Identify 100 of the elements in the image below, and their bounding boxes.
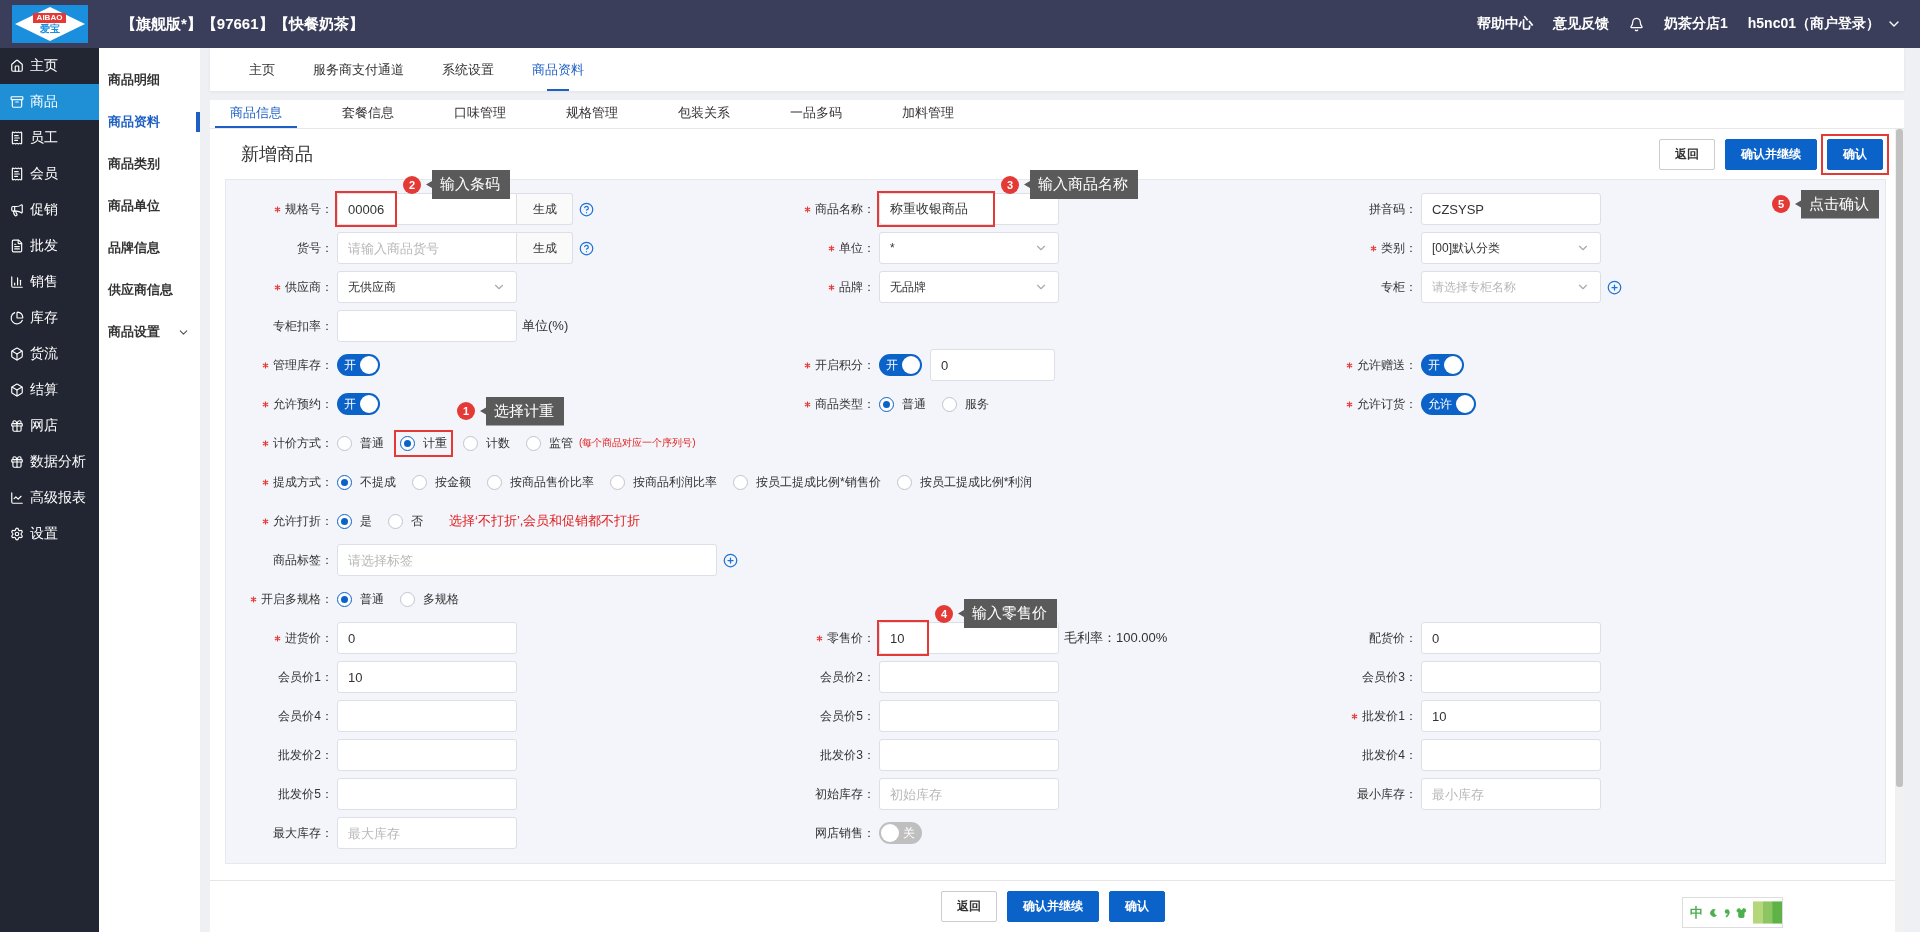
toggle-switch[interactable]: 允许 <box>1421 393 1476 415</box>
sidebar-item[interactable]: 员工 <box>0 120 99 156</box>
sidebar-item[interactable]: 促销 <box>0 192 99 228</box>
sidebar-item[interactable]: 高级报表 <box>0 480 99 516</box>
sub-tab[interactable]: 一品多码 <box>775 100 857 128</box>
input-field[interactable] <box>879 661 1059 693</box>
sidebar-item[interactable]: 网店 <box>0 408 99 444</box>
input-field[interactable]: CZSYSP <box>1421 193 1601 225</box>
input-field[interactable] <box>1421 739 1601 771</box>
input-field[interactable] <box>337 310 517 342</box>
sub-tab[interactable]: 规格管理 <box>551 100 633 128</box>
select-field[interactable]: * <box>879 232 1059 264</box>
radio-option[interactable]: 不提成 <box>337 473 396 491</box>
generate-button[interactable]: 生成 <box>517 232 573 264</box>
punctuation-icon[interactable] <box>1724 906 1731 919</box>
subnav-item[interactable]: 商品类别 <box>99 143 200 185</box>
radio-option[interactable]: 按商品利润比率 <box>610 473 717 491</box>
radio-option[interactable]: 普通 <box>879 395 926 413</box>
help-icon[interactable] <box>579 240 594 256</box>
input-field[interactable]: 0 <box>1421 622 1601 654</box>
radio-option[interactable]: 多规格 <box>400 590 459 608</box>
moon-icon[interactable] <box>1709 906 1719 919</box>
nav-tab[interactable]: 系统设置 <box>423 48 513 91</box>
radio-option[interactable]: 按员工提成比例*销售价 <box>733 473 881 491</box>
page-title: 新增商品 <box>241 143 313 166</box>
radio-option[interactable]: 计数 <box>463 434 510 452</box>
sidebar-item[interactable]: 主页 <box>0 48 99 84</box>
input-field[interactable] <box>1421 661 1601 693</box>
input-field[interactable] <box>879 700 1059 732</box>
generate-button[interactable]: 生成 <box>517 193 573 225</box>
sidebar-item[interactable]: 结算 <box>0 372 99 408</box>
sub-tab[interactable]: 口味管理 <box>439 100 521 128</box>
input-field[interactable]: 0 <box>930 349 1055 381</box>
action-button[interactable]: 确认 <box>1108 891 1165 922</box>
help-icon[interactable] <box>579 201 594 217</box>
subnav-item[interactable]: 品牌信息 <box>99 227 200 269</box>
toggle-switch[interactable]: 开 <box>1421 354 1464 376</box>
select-field[interactable]: [00]默认分类 <box>1421 232 1601 264</box>
input-field[interactable] <box>337 778 517 810</box>
input-field[interactable]: 请选择标签 <box>337 544 717 576</box>
select-field[interactable]: 无品牌 <box>879 271 1059 303</box>
sidebar-item[interactable]: 会员 <box>0 156 99 192</box>
input-field[interactable]: 最小库存 <box>1421 778 1601 810</box>
sub-tab[interactable]: 加料管理 <box>887 100 969 128</box>
input-field[interactable]: 10 <box>1421 700 1601 732</box>
radio-option[interactable]: 计重 <box>400 434 447 452</box>
input-field[interactable]: 0 <box>337 622 517 654</box>
nav-tab[interactable]: 服务商支付通道 <box>294 48 423 91</box>
subnav-item[interactable]: 供应商信息 <box>99 269 200 311</box>
sidebar-item[interactable]: 数据分析 <box>0 444 99 480</box>
radio-option[interactable]: 普通 <box>337 434 384 452</box>
radio-option[interactable]: 否 <box>388 512 423 530</box>
select-field[interactable]: 无供应商 <box>337 271 517 303</box>
bell-icon[interactable] <box>1628 16 1644 32</box>
action-button[interactable]: 返回 <box>940 891 997 922</box>
toggle-switch[interactable]: 开 <box>879 354 922 376</box>
input-field[interactable]: 10 <box>337 661 517 693</box>
nav-tab[interactable]: 主页 <box>230 48 294 91</box>
sub-tab[interactable]: 套餐信息 <box>327 100 409 128</box>
add-icon[interactable] <box>723 552 738 568</box>
scrollbar[interactable] <box>1895 129 1904 932</box>
action-button[interactable]: 确认并继续 <box>1006 891 1099 922</box>
shirt-icon[interactable] <box>1736 905 1747 920</box>
toggle-switch[interactable]: 开 <box>337 354 380 376</box>
radio-option[interactable]: 按员工提成比例*利润 <box>896 473 1033 491</box>
header-link[interactable]: 意见反馈 <box>1552 15 1609 33</box>
subnav-item[interactable]: 商品设置 <box>99 311 200 353</box>
store-name[interactable]: 奶茶分店1 <box>1663 15 1728 33</box>
sidebar-item[interactable]: 货流 <box>0 336 99 372</box>
sidebar-item[interactable]: 批发 <box>0 228 99 264</box>
sidebar-item[interactable]: 商品 <box>0 84 99 120</box>
radio-option[interactable]: 普通 <box>337 590 384 608</box>
gift-icon <box>10 455 24 469</box>
sidebar-item[interactable]: 库存 <box>0 300 99 336</box>
radio-option[interactable]: 服务 <box>942 395 989 413</box>
header-link[interactable]: 帮助中心 <box>1476 15 1533 33</box>
action-button[interactable]: 确认 <box>1827 138 1883 170</box>
sidebar-item[interactable]: 销售 <box>0 264 99 300</box>
radio-option[interactable]: 是 <box>337 512 372 530</box>
action-button[interactable]: 返回 <box>1659 138 1715 170</box>
add-icon[interactable] <box>1607 279 1622 295</box>
input-field[interactable] <box>337 700 517 732</box>
radio-option[interactable]: 按商品售价比率 <box>487 473 594 491</box>
sidebar-item[interactable]: 设置 <box>0 516 99 552</box>
input-field[interactable]: 称重收银商品 <box>879 193 1059 225</box>
input-field[interactable]: 最大库存 <box>337 817 517 849</box>
input-field[interactable] <box>337 739 517 771</box>
input-field[interactable]: 00006 <box>337 193 517 225</box>
sub-tab[interactable]: 商品信息 <box>215 100 297 128</box>
input-field[interactable] <box>879 739 1059 771</box>
radio-option[interactable]: 监管 <box>526 434 573 452</box>
input-field[interactable]: 请输入商品货号 <box>337 232 517 264</box>
radio-option[interactable]: 按金额 <box>412 473 471 491</box>
action-button[interactable]: 确认并继续 <box>1725 138 1817 170</box>
input-field[interactable]: 初始库存 <box>879 778 1059 810</box>
subnav-item[interactable]: 商品单位 <box>99 185 200 227</box>
user-menu[interactable]: h5nc01（商户登录） <box>1747 15 1880 33</box>
sub-tab[interactable]: 包装关系 <box>663 100 745 128</box>
toggle-switch[interactable]: 开 <box>337 393 380 415</box>
subnav-item[interactable]: 商品明细 <box>99 59 200 101</box>
